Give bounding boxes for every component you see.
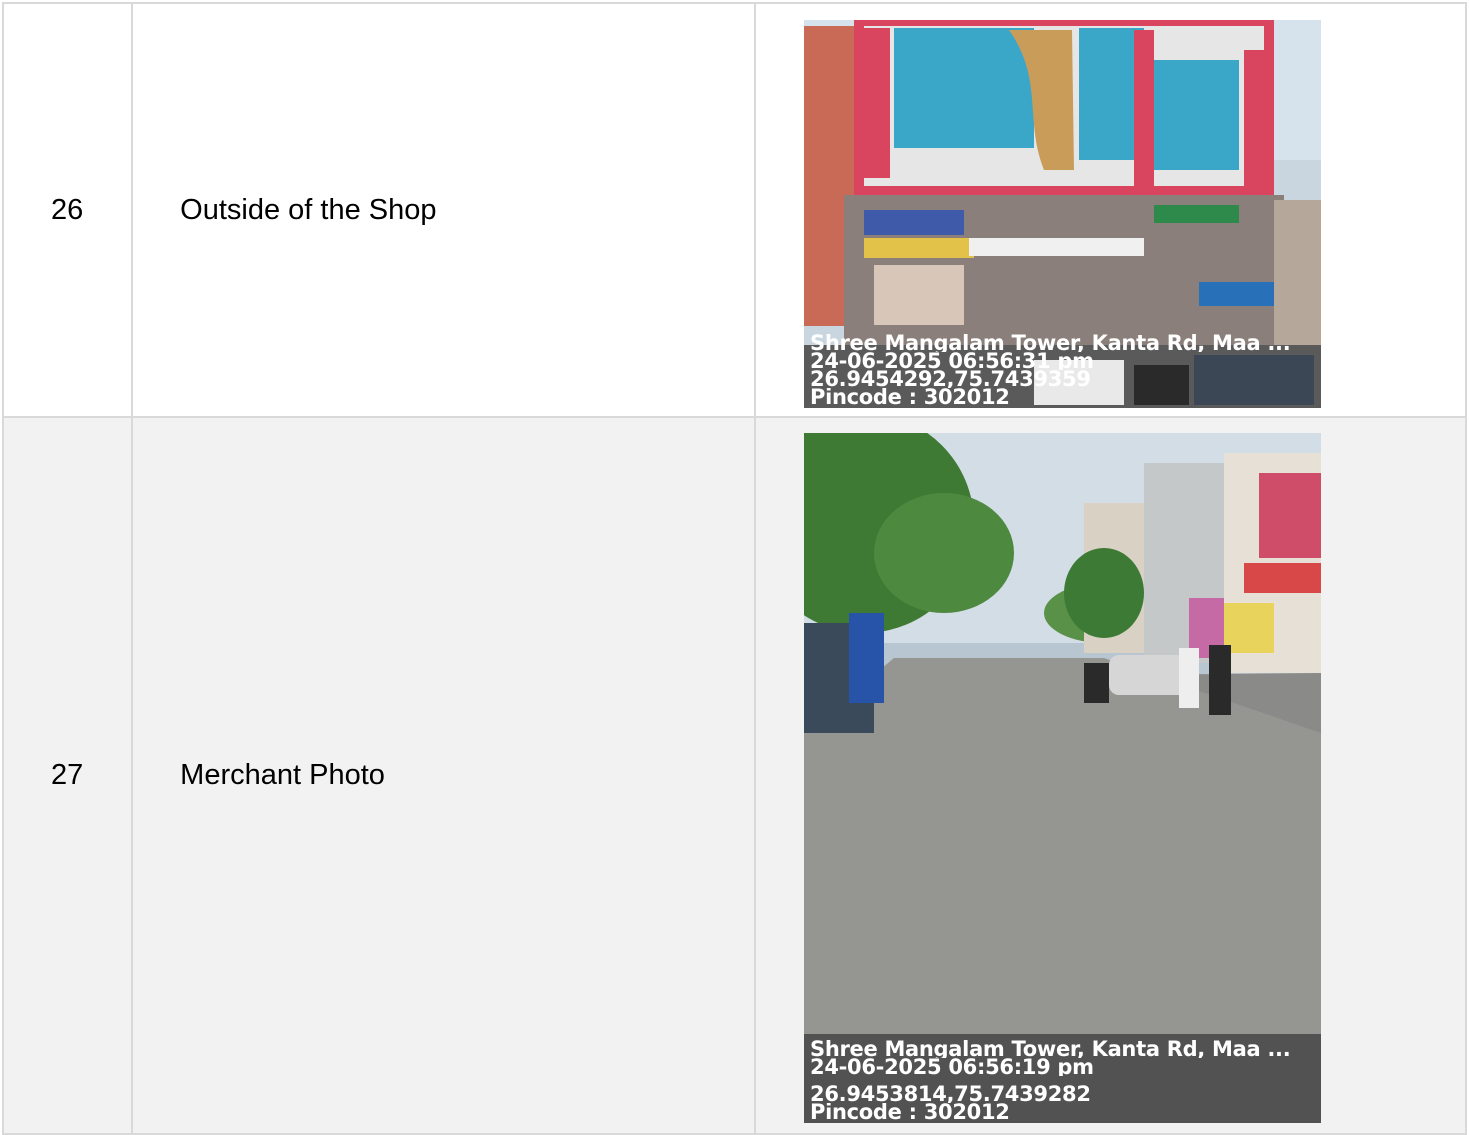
caption-location: Shree Mangalam Tower, Kanta Rd, Maa ...: [810, 1040, 1291, 1058]
report-table: 26 Outside of the Shop Shree Mangalam To…: [1, 2, 1467, 1135]
caption-pincode: Pincode : 302012: [810, 1103, 1010, 1121]
table-row: 27 Merchant Photo Shree Mangalam Tower, …: [1, 416, 1467, 1135]
row-number: 26: [1, 2, 134, 418]
table-row: 26 Outside of the Shop Shree Mangalam To…: [1, 2, 1467, 418]
caption-datetime: 24-06-2025 06:56:19 pm: [810, 1058, 1094, 1076]
street-photo-icon: [804, 433, 1322, 1123]
caption-coordinates: 26.9453814,75.7439282: [810, 1085, 1091, 1103]
row-label: Merchant Photo: [131, 416, 757, 1135]
caption-datetime: 24-06-2025 06:56:31 pm: [810, 352, 1094, 370]
photo-cell: Shree Mangalam Tower, Kanta Rd, Maa ... …: [754, 416, 1467, 1135]
photo-cell: Shree Mangalam Tower, Kanta Rd, Maa ... …: [754, 2, 1467, 418]
storefront-photo[interactable]: Shree Mangalam Tower, Kanta Rd, Maa ... …: [804, 20, 1322, 408]
caption-coordinates: 26.9454292,75.7439359: [810, 370, 1091, 388]
caption-location: Shree Mangalam Tower, Kanta Rd, Maa ...: [810, 334, 1291, 352]
row-label: Outside of the Shop: [131, 2, 757, 418]
row-number: 27: [1, 416, 134, 1135]
caption-pincode: Pincode : 302012: [810, 388, 1010, 406]
photo-geotag-caption: Shree Mangalam Tower, Kanta Rd, Maa ... …: [804, 330, 1321, 408]
photo-geotag-caption: Shree Mangalam Tower, Kanta Rd, Maa ... …: [804, 1034, 1322, 1123]
merchant-photo[interactable]: Shree Mangalam Tower, Kanta Rd, Maa ... …: [804, 433, 1322, 1123]
